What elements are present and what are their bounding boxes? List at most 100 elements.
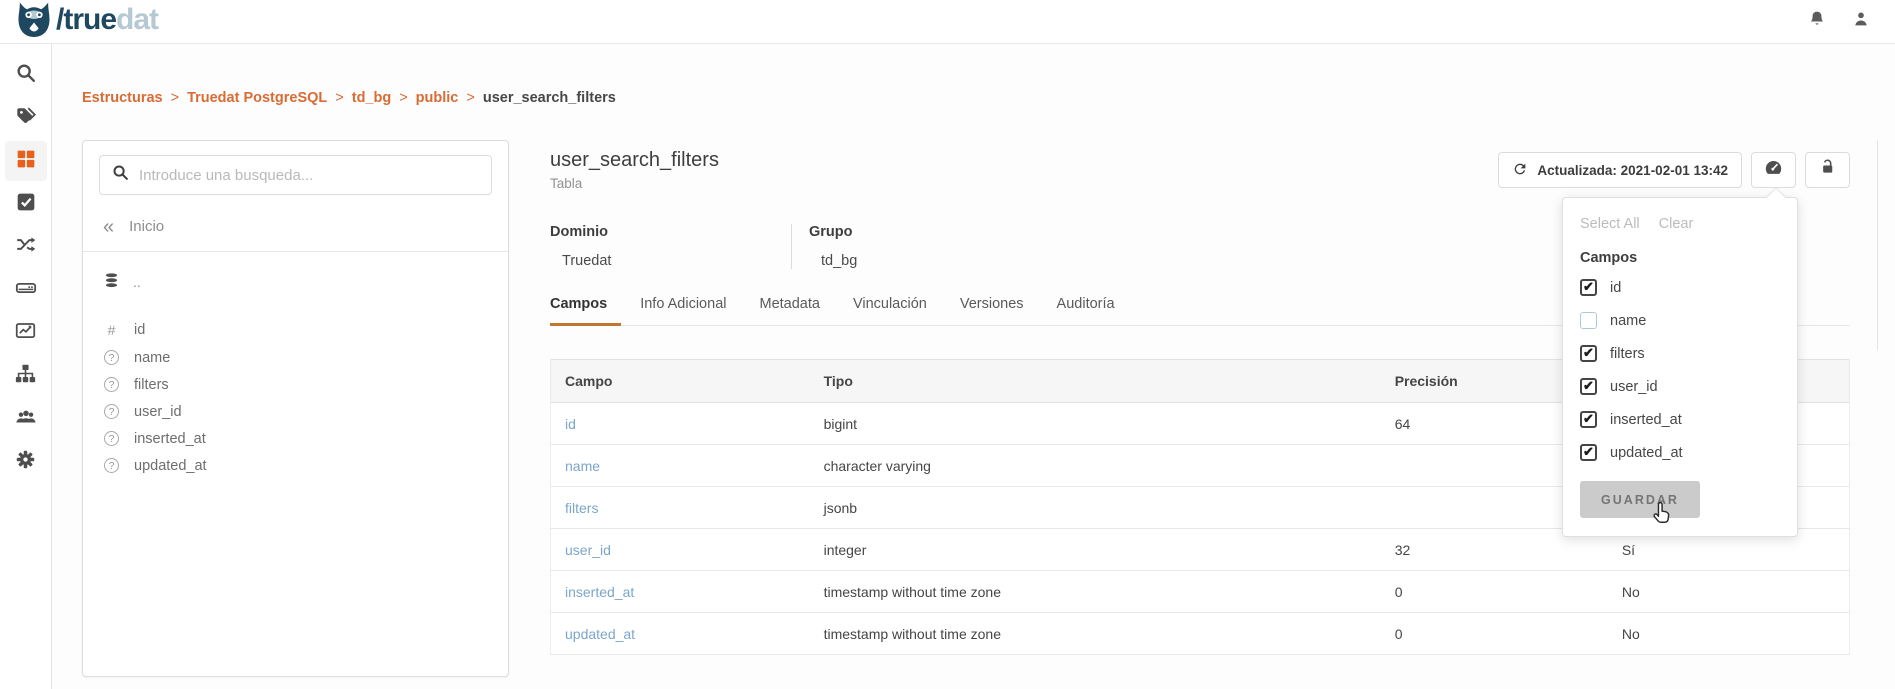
sidebar-item-structures[interactable] <box>5 141 47 181</box>
sidebar-rail <box>0 44 52 689</box>
tags-icon <box>15 105 37 132</box>
tab-versiones[interactable]: Versiones <box>960 296 1038 326</box>
field-list: # id ? name ? filters ? user_id ? inse <box>83 306 508 489</box>
explorer-search-box <box>99 155 492 195</box>
sidebar-item-settings[interactable] <box>5 442 47 482</box>
sidebar-item-dashboards[interactable] <box>5 313 47 353</box>
tab-campos[interactable]: Campos <box>550 296 621 326</box>
checkbox[interactable] <box>1580 345 1597 362</box>
field-list-item-name[interactable]: ? name <box>83 344 508 371</box>
field-list-item-inserted-at[interactable]: ? inserted_at <box>83 425 508 452</box>
field-link-updated-at[interactable]: updated_at <box>565 626 635 642</box>
logo-text-dark: /true <box>56 3 116 36</box>
top-bar: /truedat <box>0 0 1895 44</box>
sitemap-icon <box>15 363 36 389</box>
breadcrumb-link-schema[interactable]: public <box>416 90 459 106</box>
question-circle-icon: ? <box>104 377 119 392</box>
question-circle-icon: ? <box>104 350 119 365</box>
table-row: updated_at timestamp without time zone 0… <box>551 613 1849 655</box>
shuffle-icon <box>15 234 36 260</box>
field-list-item-id[interactable]: # id <box>83 316 508 344</box>
question-circle-icon: ? <box>104 431 119 446</box>
logo-text-light: dat <box>116 3 158 36</box>
users-icon <box>15 406 37 433</box>
field-link-user-id[interactable]: user_id <box>565 542 611 558</box>
hash-icon: # <box>103 322 120 339</box>
server-icon <box>15 277 37 304</box>
breadcrumb: Estructuras>Truedat PostgreSQL>td_bg>pub… <box>82 90 616 106</box>
panel-right-edge <box>1877 140 1878 350</box>
checkbox[interactable] <box>1580 378 1597 395</box>
gauge-icon <box>1763 157 1784 183</box>
checkbox-option-updated-at[interactable]: updated_at <box>1580 436 1780 469</box>
home-label: Inicio <box>129 218 164 235</box>
search-icon <box>15 62 37 89</box>
truedat-logo[interactable]: /truedat <box>14 0 158 44</box>
user-account-icon[interactable] <box>1851 9 1871 34</box>
breadcrumb-current: user_search_filters <box>483 90 616 106</box>
dominio-label: Dominio <box>550 224 791 240</box>
grupo-label: Grupo <box>809 224 857 240</box>
guardar-button[interactable]: GUARDAR <box>1580 481 1700 518</box>
lock-button[interactable] <box>1805 152 1850 188</box>
checkbox-option-id[interactable]: id <box>1580 271 1780 304</box>
refresh-icon <box>1512 161 1528 180</box>
check-square-icon <box>16 192 36 217</box>
profiling-gauge-button[interactable] <box>1751 152 1796 188</box>
explorer-up-link[interactable]: .. <box>83 252 508 306</box>
content-area: Estructuras>Truedat PostgreSQL>td_bg>pub… <box>52 44 1895 689</box>
field-list-item-filters[interactable]: ? filters <box>83 371 508 398</box>
table-row: inserted_at timestamp without time zone … <box>551 571 1849 613</box>
sidebar-item-users[interactable] <box>5 399 47 439</box>
clear-link[interactable]: Clear <box>1659 216 1694 232</box>
field-link-id[interactable]: id <box>565 416 576 432</box>
checkbox[interactable] <box>1580 312 1597 329</box>
structure-explorer-panel: « Inicio .. # id ? name <box>82 140 509 677</box>
checkbox-option-user-id[interactable]: user_id <box>1580 370 1780 403</box>
updated-at-button[interactable]: Actualizada: 2021-02-01 13:42 <box>1498 152 1742 188</box>
dropdown-title: Campos <box>1580 250 1780 266</box>
checkbox[interactable] <box>1580 444 1597 461</box>
notifications-bell-icon[interactable] <box>1807 9 1827 34</box>
field-link-name[interactable]: name <box>565 458 600 474</box>
columns-filter-dropdown: Select All Clear Campos id name filters … <box>1562 197 1798 537</box>
tab-vinculacion[interactable]: Vinculación <box>853 296 941 326</box>
database-icon <box>103 272 120 292</box>
field-list-item-updated-at[interactable]: ? updated_at <box>83 452 508 479</box>
breadcrumb-link-system[interactable]: Truedat PostgreSQL <box>187 90 327 106</box>
dominio-value: Truedat <box>550 253 791 269</box>
grupo-value: td_bg <box>809 253 857 269</box>
tab-info-adicional[interactable]: Info Adicional <box>640 296 740 326</box>
sidebar-item-tags[interactable] <box>5 98 47 138</box>
question-circle-icon: ? <box>104 458 119 473</box>
checkbox[interactable] <box>1580 279 1597 296</box>
checkbox[interactable] <box>1580 411 1597 428</box>
checkbox-option-filters[interactable]: filters <box>1580 337 1780 370</box>
sidebar-item-sources[interactable] <box>5 270 47 310</box>
unlock-icon <box>1818 158 1837 182</box>
checkbox-option-name[interactable]: name <box>1580 304 1780 337</box>
sidebar-item-search[interactable] <box>5 55 47 95</box>
search-icon <box>112 164 129 186</box>
chart-line-icon <box>15 320 36 346</box>
owl-logo-icon <box>14 0 54 44</box>
double-chevron-left-icon: « <box>103 220 114 234</box>
tab-auditoria[interactable]: Auditoría <box>1057 296 1129 326</box>
grid-icon <box>16 149 36 174</box>
sidebar-item-quality[interactable] <box>5 184 47 224</box>
sidebar-item-lineage[interactable] <box>5 227 47 267</box>
checkbox-option-inserted-at[interactable]: inserted_at <box>1580 403 1780 436</box>
field-link-inserted-at[interactable]: inserted_at <box>565 584 634 600</box>
breadcrumb-link-database[interactable]: td_bg <box>352 90 391 106</box>
field-list-item-user-id[interactable]: ? user_id <box>83 398 508 425</box>
gear-icon <box>15 449 36 475</box>
select-all-link[interactable]: Select All <box>1580 216 1640 232</box>
breadcrumb-link-estructuras[interactable]: Estructuras <box>82 90 163 106</box>
sidebar-item-taxonomy[interactable] <box>5 356 47 396</box>
explorer-home-link[interactable]: « Inicio <box>83 205 508 247</box>
tab-metadata[interactable]: Metadata <box>759 296 833 326</box>
field-link-filters[interactable]: filters <box>565 500 598 516</box>
up-label: .. <box>133 274 141 290</box>
question-circle-icon: ? <box>104 404 119 419</box>
explorer-search-input[interactable] <box>139 167 479 184</box>
